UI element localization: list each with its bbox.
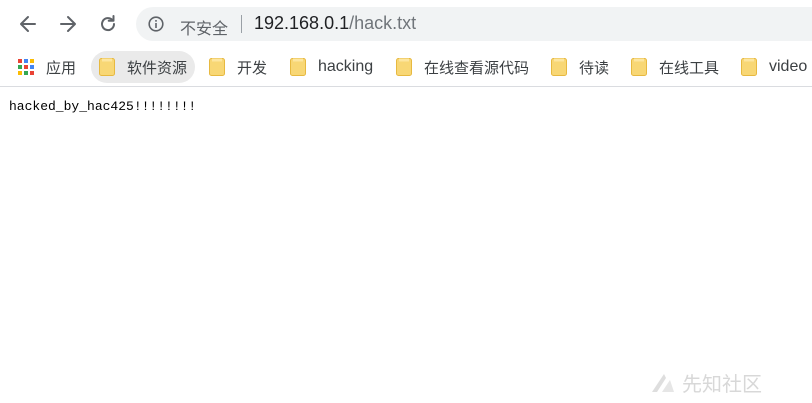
folder-icon: [396, 58, 412, 76]
folder-icon: [631, 58, 647, 76]
bookmark-label: video: [769, 58, 808, 75]
forward-icon: [60, 16, 76, 32]
bookmark-folder-view-source[interactable]: 在线查看源代码: [396, 51, 529, 83]
reload-button[interactable]: [95, 11, 121, 37]
apps-shortcut[interactable]: 应用: [18, 51, 76, 83]
bookmark-label: 在线工具: [659, 58, 720, 77]
back-button[interactable]: [15, 11, 41, 37]
folder-icon: [741, 58, 757, 76]
folder-icon: [209, 58, 225, 76]
bookmark-label: 软件资源: [127, 58, 188, 77]
bookmark-folder-software[interactable]: 软件资源: [91, 51, 196, 83]
info-icon[interactable]: [148, 16, 164, 32]
bookmarks-bar: 应用 软件资源 开发 hacking 在线查看源代码 待读 在线工具 video: [0, 47, 812, 87]
folder-icon: [551, 58, 567, 76]
bookmark-label: 开发: [237, 58, 268, 77]
forward-button[interactable]: [55, 11, 81, 37]
url-host: 192.168.0.1: [254, 13, 350, 33]
bookmark-folder-video[interactable]: video: [741, 51, 807, 83]
url-text[interactable]: 192.168.0.1/hack.txt: [254, 13, 416, 34]
address-separator: [241, 15, 242, 33]
apps-grid-icon: [18, 59, 34, 75]
folder-icon: [290, 58, 306, 76]
watermark-text: 先知社区: [682, 372, 762, 396]
address-bar[interactable]: 不安全 192.168.0.1/hack.txt: [136, 7, 812, 41]
watermark-logo-icon: [652, 373, 674, 392]
bookmark-label: 待读: [579, 58, 610, 77]
bookmark-folder-online-tools[interactable]: 在线工具: [631, 51, 719, 83]
bookmark-label: hacking: [318, 58, 374, 75]
bookmark-folder-hacking[interactable]: hacking: [290, 51, 373, 83]
apps-label: 应用: [46, 58, 77, 77]
bookmark-folder-to-read[interactable]: 待读: [551, 51, 609, 83]
bookmark-label: 在线查看源代码: [424, 58, 530, 77]
bookmark-folder-dev[interactable]: 开发: [209, 51, 267, 83]
url-path: /hack.txt: [349, 13, 417, 33]
reload-icon: [101, 15, 116, 32]
folder-icon: [99, 58, 115, 76]
browser-toolbar: 不安全 192.168.0.1/hack.txt: [0, 0, 812, 47]
watermark: 先知社区: [650, 368, 762, 397]
page-text: hacked_by_hac425!!!!!!!!: [9, 99, 197, 114]
security-label[interactable]: 不安全: [180, 15, 228, 39]
back-icon: [20, 16, 36, 32]
